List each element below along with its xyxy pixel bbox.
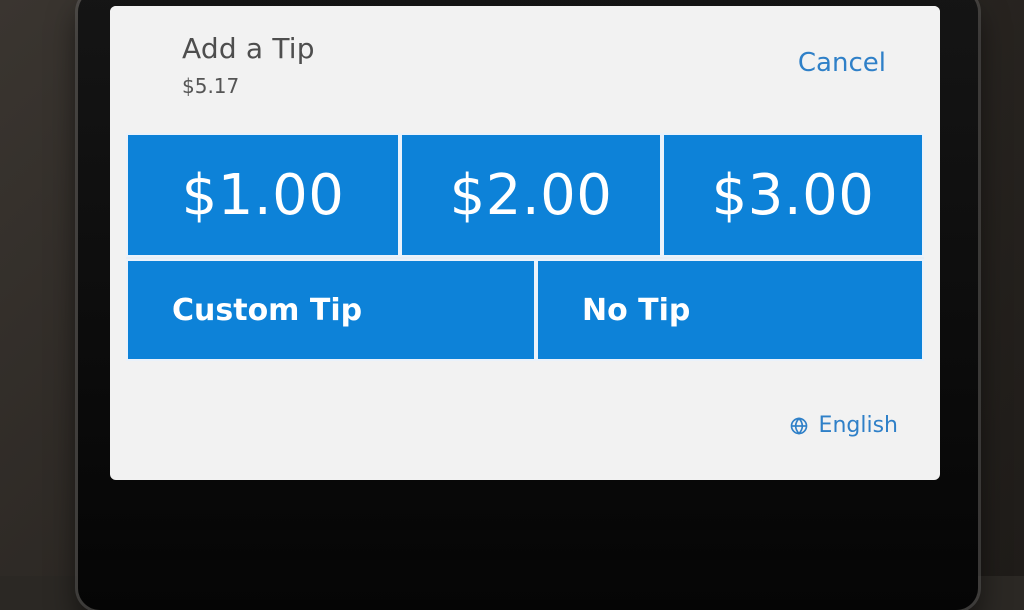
tip-screen: Add a Tip $5.17 Cancel $1.00 $2.00 $3.00…: [110, 6, 940, 480]
tip-options-grid: $1.00 $2.00 $3.00 Custom Tip No Tip: [126, 133, 924, 361]
tip-2-button[interactable]: $2.00: [400, 133, 662, 257]
no-tip-button[interactable]: No Tip: [536, 259, 924, 361]
language-selector[interactable]: English: [789, 413, 898, 438]
cancel-button[interactable]: Cancel: [798, 48, 886, 78]
custom-tip-button[interactable]: Custom Tip: [126, 259, 536, 361]
language-label: English: [819, 413, 898, 438]
total-amount: $5.17: [182, 74, 239, 98]
globe-icon: [789, 416, 809, 436]
tip-1-button[interactable]: $1.00: [126, 133, 400, 257]
tip-3-button[interactable]: $3.00: [662, 133, 924, 257]
page-title: Add a Tip: [182, 32, 315, 65]
tip-header: Add a Tip $5.17 Cancel: [110, 6, 940, 134]
